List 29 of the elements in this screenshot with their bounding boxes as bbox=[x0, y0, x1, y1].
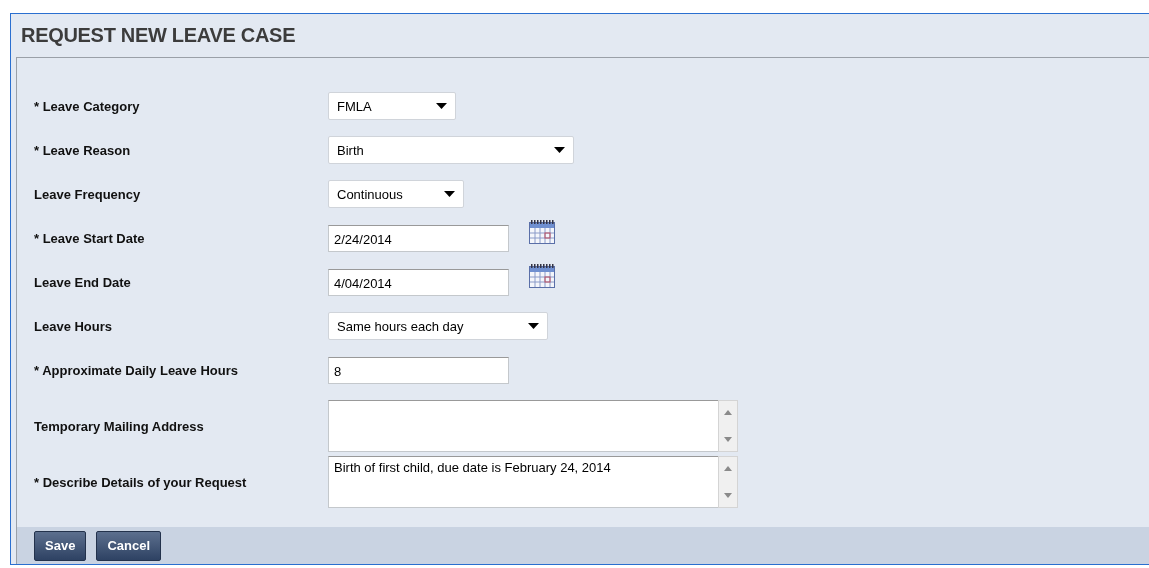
caret-icon bbox=[436, 103, 447, 109]
text-area[interactable] bbox=[328, 400, 718, 452]
field-label: * Leave Category bbox=[34, 98, 141, 114]
caret-icon bbox=[528, 323, 539, 329]
scroll-bar[interactable] bbox=[718, 456, 738, 508]
field-label: * Leave Reason bbox=[34, 142, 132, 158]
field-label: * Approximate Daily Leave Hours bbox=[34, 362, 239, 378]
field-label: Leave Hours bbox=[34, 318, 114, 334]
dropdown[interactable]: Same hours each day bbox=[328, 312, 548, 340]
field-label: * Leave Start Date bbox=[34, 230, 146, 246]
input-field[interactable]: 8 bbox=[328, 356, 509, 384]
field-label: * Describe Details of your Request bbox=[34, 474, 248, 490]
caret-icon bbox=[444, 191, 455, 197]
cancel-button[interactable]: Cancel bbox=[96, 530, 161, 561]
dropdown[interactable]: Continuous bbox=[328, 180, 464, 208]
date-field[interactable]: 2/24/2014 bbox=[328, 224, 509, 252]
save-button[interactable]: Save bbox=[34, 530, 87, 561]
field-label: Leave Frequency bbox=[34, 186, 142, 202]
scroll-bar[interactable] bbox=[718, 400, 738, 452]
calendar-icon[interactable] bbox=[529, 220, 555, 244]
field-label: Temporary Mailing Address bbox=[34, 418, 205, 434]
date-field[interactable]: 4/04/2014 bbox=[328, 268, 509, 296]
calendar-icon[interactable] bbox=[529, 264, 555, 288]
field-label: Leave End Date bbox=[34, 274, 132, 290]
dropdown[interactable]: FMLA bbox=[328, 92, 456, 120]
panel-title: REQUEST NEW LEAVE CASE bbox=[21, 24, 296, 47]
dropdown[interactable]: Birth bbox=[328, 136, 574, 164]
text-area[interactable]: Birth of first child, due date is February 24, 2014 bbox=[328, 456, 718, 508]
caret-icon bbox=[554, 147, 565, 153]
